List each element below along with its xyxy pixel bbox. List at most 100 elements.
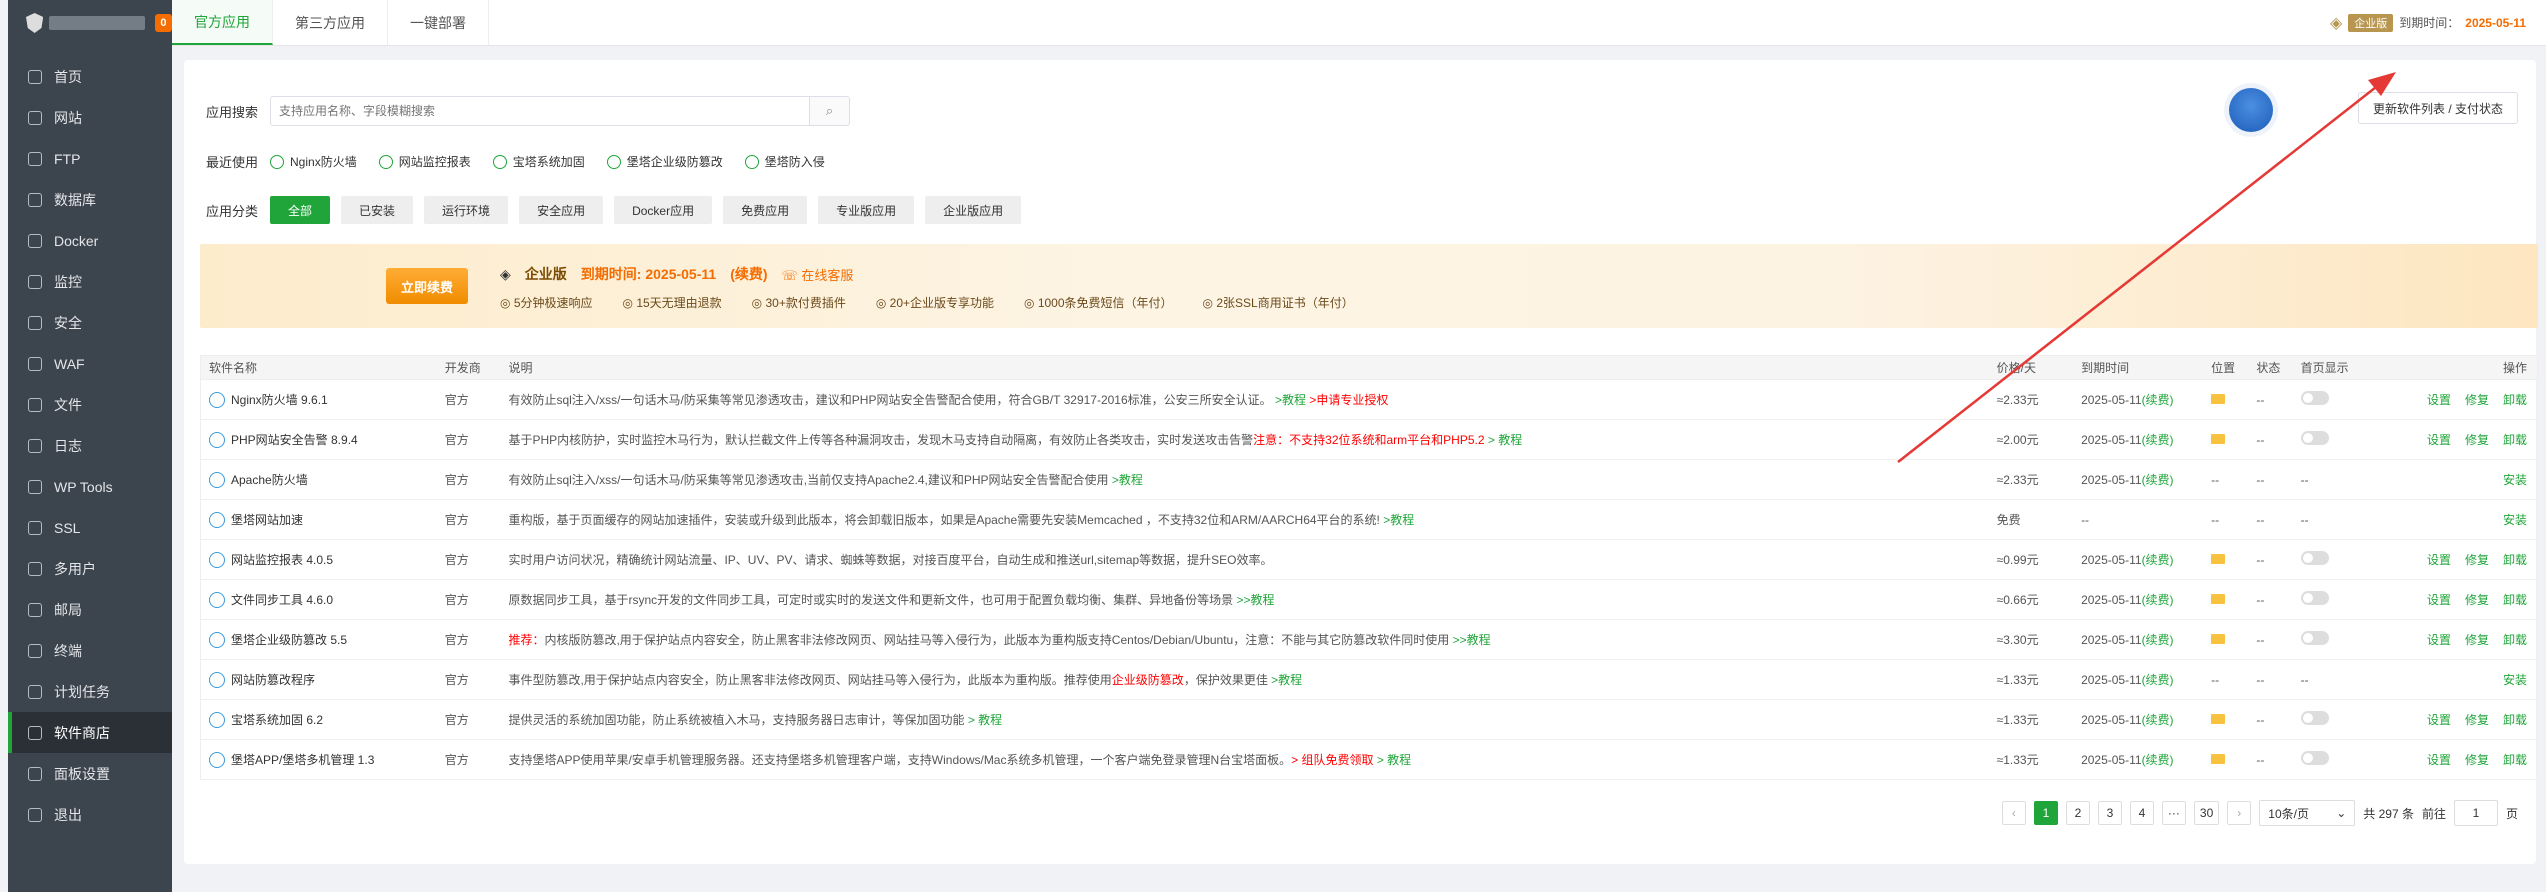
notification-badge[interactable]: 0 [154,14,172,32]
sidebar-item-shield[interactable]: 安全 [8,302,172,343]
homepage-toggle[interactable] [2300,431,2329,445]
app-name[interactable]: 网站监控报表 4.0.5 [209,551,437,568]
renew-link[interactable]: (续费) [2142,433,2174,447]
homepage-toggle[interactable] [2300,391,2329,405]
action-settings-button[interactable]: 设置 [2427,753,2451,767]
page-button[interactable]: ··· [2161,801,2186,825]
action-uninstall-button[interactable]: 卸载 [2503,713,2527,727]
action-install-button[interactable]: 安装 [2503,513,2527,527]
folder-icon[interactable] [2211,633,2226,644]
action-repair-button[interactable]: 修复 [2465,553,2489,567]
homepage-toggle[interactable] [2300,751,2329,765]
tutorial-link[interactable]: >教程 [1275,393,1306,407]
sidebar-item-ssl[interactable]: SSL [8,507,172,548]
app-name[interactable]: 宝塔系统加固 6.2 [209,711,437,728]
action-uninstall-button[interactable]: 卸载 [2503,593,2527,607]
action-uninstall-button[interactable]: 卸载 [2503,753,2527,767]
tutorial-link[interactable]: >>教程 [1236,593,1274,607]
banner-renew-link[interactable]: (续费) [730,264,767,284]
category-filter-button[interactable]: 企业版应用 [925,196,1022,224]
sidebar-item-docker[interactable]: Docker [8,220,172,261]
sidebar-item-logout[interactable]: 退出 [8,794,172,835]
page-button[interactable]: 4 [2129,801,2154,825]
homepage-toggle[interactable] [2300,551,2329,565]
tab-third-party-apps[interactable]: 第三方应用 [273,0,388,45]
renew-link[interactable]: (续费) [2142,673,2174,687]
action-repair-button[interactable]: 修复 [2465,593,2489,607]
renew-link[interactable]: (续费) [2142,633,2174,647]
app-name[interactable]: Nginx防火墙 9.6.1 [209,391,437,408]
page-button[interactable]: 30 [2193,801,2220,825]
folder-icon[interactable] [2211,393,2226,404]
folder-icon[interactable] [2211,553,2226,564]
app-name[interactable]: 堡塔APP/堡塔多机管理 1.3 [209,751,437,768]
sidebar-item-store[interactable]: 软件商店 [8,712,172,753]
action-uninstall-button[interactable]: 卸载 [2503,433,2527,447]
action-uninstall-button[interactable]: 卸载 [2503,633,2527,647]
category-filter-button[interactable]: 免费应用 [723,196,808,224]
tutorial-link[interactable]: >教程 [1383,513,1414,527]
tutorial-link[interactable]: > 教程 [1377,753,1411,767]
sidebar-item-monitor[interactable]: 监控 [8,261,172,302]
goto-input[interactable]: 1 [2453,800,2498,826]
action-repair-button[interactable]: 修复 [2465,393,2489,407]
app-name[interactable]: 堡塔企业级防篡改 5.5 [209,631,437,648]
action-settings-button[interactable]: 设置 [2427,433,2451,447]
search-icon[interactable]: ⌕ [810,96,851,126]
sidebar-item-log[interactable]: 日志 [8,425,172,466]
action-settings-button[interactable]: 设置 [2427,633,2451,647]
sidebar-item-mail[interactable]: 邮局 [8,589,172,630]
renew-link[interactable]: (续费) [2142,593,2174,607]
recent-app-item[interactable]: 网站监控报表 [378,153,471,170]
tutorial-link[interactable]: >教程 [1271,673,1302,687]
recent-app-item[interactable]: 堡塔企业级防篡改 [606,153,723,170]
online-service-link[interactable]: ☏ 在线客服 [782,265,854,284]
tab-one-click-deploy[interactable]: 一键部署 [388,0,489,45]
license-link[interactable]: >申请专业授权 [1309,393,1388,407]
prev-page-button[interactable]: ‹ [2001,801,2026,825]
sidebar-item-folder[interactable]: 文件 [8,384,172,425]
action-repair-button[interactable]: 修复 [2465,433,2489,447]
category-filter-button[interactable]: 全部 [270,196,331,224]
category-filter-button[interactable]: 安全应用 [519,196,604,224]
tutorial-link[interactable]: >>教程 [1453,633,1491,647]
per-page-select[interactable]: 10条/页 ⌄ [2259,800,2356,826]
folder-icon[interactable] [2211,433,2226,444]
app-name[interactable]: Apache防火墙 [209,471,437,488]
tab-official-apps[interactable]: 官方应用 [172,0,273,45]
tutorial-link[interactable]: >教程 [1112,473,1143,487]
sidebar-item-globe[interactable]: 网站 [8,97,172,138]
renew-link[interactable]: (续费) [2142,713,2174,727]
sidebar-item-users[interactable]: 多用户 [8,548,172,589]
action-repair-button[interactable]: 修复 [2465,713,2489,727]
action-settings-button[interactable]: 设置 [2427,553,2451,567]
homepage-toggle[interactable] [2300,631,2329,645]
renew-link[interactable]: (续费) [2142,473,2174,487]
category-filter-button[interactable]: 已安装 [341,196,414,224]
action-uninstall-button[interactable]: 卸载 [2503,553,2527,567]
tutorial-link[interactable]: > 教程 [968,713,1002,727]
sidebar-item-ftp[interactable]: FTP [8,138,172,179]
homepage-toggle[interactable] [2300,591,2329,605]
renew-link[interactable]: (续费) [2142,393,2174,407]
recent-app-item[interactable]: 堡塔防入侵 [744,153,825,170]
action-repair-button[interactable]: 修复 [2465,633,2489,647]
page-button[interactable]: 3 [2097,801,2122,825]
sidebar-item-waf[interactable]: WAF [8,343,172,384]
renew-link[interactable]: (续费) [2142,553,2174,567]
sidebar-item-schedule[interactable]: 计划任务 [8,671,172,712]
action-install-button[interactable]: 安装 [2503,473,2527,487]
sidebar-item-settings[interactable]: 面板设置 [8,753,172,794]
category-filter-button[interactable]: Docker应用 [614,196,713,224]
sidebar-item-terminal[interactable]: 终端 [8,630,172,671]
action-uninstall-button[interactable]: 卸载 [2503,393,2527,407]
update-list-button[interactable]: 更新软件列表 / 支付状态 [2357,92,2518,124]
action-settings-button[interactable]: 设置 [2427,593,2451,607]
page-button[interactable]: 2 [2065,801,2090,825]
sidebar-item-home[interactable]: 首页 [8,56,172,97]
category-filter-button[interactable]: 运行环境 [424,196,509,224]
sidebar-item-wordpress[interactable]: WP Tools [8,466,172,507]
folder-icon[interactable] [2211,753,2226,764]
app-name[interactable]: 文件同步工具 4.6.0 [209,591,437,608]
recent-app-item[interactable]: Nginx防火墙 [270,153,357,170]
